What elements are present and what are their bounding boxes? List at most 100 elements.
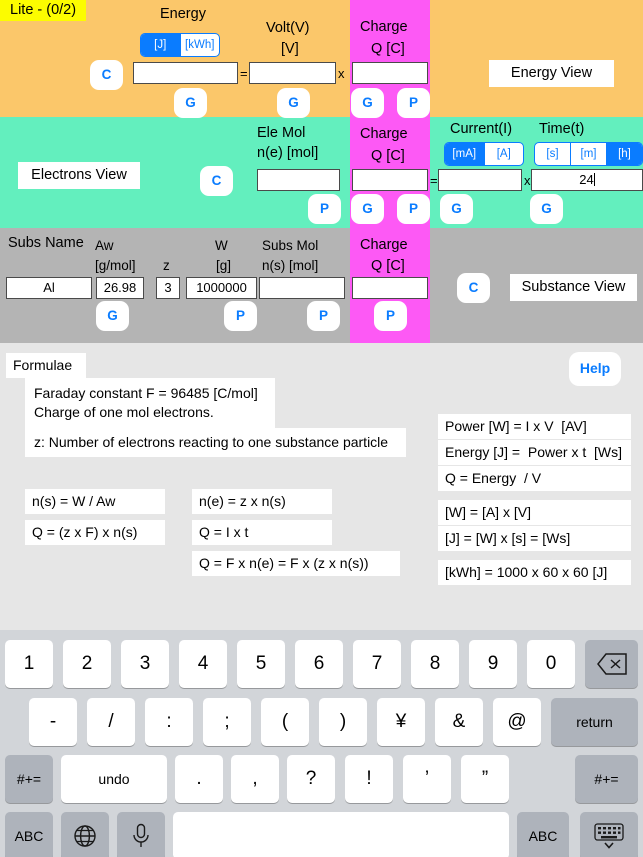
formula-mid-2: Q = F x n(e) = F x (z x n(s)) bbox=[192, 551, 400, 576]
key-exclamation[interactable]: ! bbox=[345, 755, 393, 803]
time-unit-s[interactable]: [s] bbox=[535, 143, 571, 165]
electrons-clear-button[interactable]: C bbox=[200, 166, 233, 196]
ele-mol-unit-label: n(e) [mol] bbox=[257, 145, 319, 161]
time-unit-segmented[interactable]: [s] [m] [h] bbox=[534, 142, 643, 166]
energy-equals-sign: = bbox=[240, 66, 248, 81]
formula-right-2: Q = Energy / V bbox=[438, 466, 631, 491]
energy-charge-unit-label: Q [C] bbox=[371, 41, 405, 57]
subs-name-label: Subs Name bbox=[8, 235, 84, 251]
energy-get-button[interactable]: G bbox=[174, 88, 207, 118]
current-unit-ma[interactable]: [mA] bbox=[445, 143, 485, 165]
key-1[interactable]: 1 bbox=[5, 640, 53, 688]
key-colon[interactable]: : bbox=[145, 698, 193, 746]
current-unit-segmented[interactable]: [mA] [A] bbox=[444, 142, 524, 166]
electrons-charge-label: Charge bbox=[360, 126, 408, 142]
aw-unit-label: [g/mol] bbox=[95, 258, 136, 273]
energy-clear-button[interactable]: C bbox=[90, 60, 123, 90]
substance-charge-unit-label: Q [C] bbox=[371, 258, 405, 274]
key-at[interactable]: @ bbox=[493, 698, 541, 746]
return-key[interactable]: return bbox=[551, 698, 638, 746]
electrons-charge-put-button[interactable]: P bbox=[397, 194, 430, 224]
microphone-icon[interactable] bbox=[117, 812, 165, 857]
key-yen[interactable]: ¥ bbox=[377, 698, 425, 746]
volt-value-input[interactable] bbox=[249, 62, 336, 84]
key-slash[interactable]: / bbox=[87, 698, 135, 746]
subs-mol-put-button[interactable]: P bbox=[307, 301, 340, 331]
key-semicolon[interactable]: ; bbox=[203, 698, 251, 746]
key-hyphen[interactable]: - bbox=[29, 698, 77, 746]
key-paren-close[interactable]: ) bbox=[319, 698, 367, 746]
key-4[interactable]: 4 bbox=[179, 640, 227, 688]
electrons-view-button[interactable]: Electrons View bbox=[18, 162, 140, 189]
backspace-icon[interactable] bbox=[585, 640, 638, 688]
ele-mol-input[interactable] bbox=[257, 169, 340, 191]
current-get-button[interactable]: G bbox=[440, 194, 473, 224]
subs-mol-label: Subs Mol bbox=[262, 238, 319, 253]
key-5[interactable]: 5 bbox=[237, 640, 285, 688]
aw-get-button[interactable]: G bbox=[96, 301, 129, 331]
subs-name-input[interactable]: Al bbox=[6, 277, 92, 299]
energy-charge-put-button[interactable]: P bbox=[397, 88, 430, 118]
key-ampersand[interactable]: & bbox=[435, 698, 483, 746]
symbols-toggle-right-key[interactable]: #+= bbox=[575, 755, 638, 803]
lite-badge: Lite - (0/2) bbox=[0, 0, 87, 21]
energy-charge-input[interactable] bbox=[352, 62, 428, 84]
aw-input[interactable]: 26.98 bbox=[96, 277, 144, 299]
electrons-equals-sign: = bbox=[430, 173, 438, 188]
key-quote[interactable]: ” bbox=[461, 755, 509, 803]
key-6[interactable]: 6 bbox=[295, 640, 343, 688]
key-2[interactable]: 2 bbox=[63, 640, 111, 688]
key-0[interactable]: 0 bbox=[527, 640, 575, 688]
energy-value-input[interactable] bbox=[133, 62, 238, 84]
energy-times-sign: x bbox=[338, 66, 345, 81]
key-apostrophe[interactable]: ’ bbox=[403, 755, 451, 803]
keyboard-dismiss-icon[interactable] bbox=[580, 812, 638, 857]
volt-get-button[interactable]: G bbox=[277, 88, 310, 118]
help-button[interactable]: Help bbox=[569, 352, 621, 386]
energy-view-button[interactable]: Energy View bbox=[489, 60, 614, 87]
electrons-charge-unit-label: Q [C] bbox=[371, 148, 405, 164]
volt-label: Volt(V) bbox=[266, 20, 310, 36]
w-input[interactable]: 1000000 bbox=[186, 277, 257, 299]
time-value-input[interactable]: 24 bbox=[531, 169, 643, 191]
time-unit-m[interactable]: [m] bbox=[571, 143, 607, 165]
energy-charge-get-button[interactable]: G bbox=[351, 88, 384, 118]
electrons-charge-get-button[interactable]: G bbox=[351, 194, 384, 224]
energy-unit-segmented[interactable]: [J] [kWh] bbox=[140, 33, 220, 57]
w-unit-label: [g] bbox=[216, 258, 232, 273]
current-value-input[interactable] bbox=[438, 169, 522, 191]
key-paren-open[interactable]: ( bbox=[261, 698, 309, 746]
key-period[interactable]: . bbox=[175, 755, 223, 803]
substance-charge-label: Charge bbox=[360, 237, 408, 253]
text-caret bbox=[593, 173, 595, 186]
key-3[interactable]: 3 bbox=[121, 640, 169, 688]
symbols-toggle-left-key[interactable]: #+= bbox=[5, 755, 53, 803]
time-unit-h[interactable]: [h] bbox=[607, 143, 642, 165]
space-key[interactable] bbox=[173, 812, 509, 857]
substance-clear-button[interactable]: C bbox=[457, 273, 490, 303]
substance-charge-input[interactable] bbox=[352, 277, 428, 299]
energy-unit-kwh[interactable]: [kWh] bbox=[181, 34, 220, 56]
formula-right-1: Energy [J] = Power x t [Ws] bbox=[438, 440, 631, 465]
electrons-charge-input[interactable] bbox=[352, 169, 428, 191]
undo-key[interactable]: undo bbox=[61, 755, 167, 803]
formula-left-0: n(s) = W / Aw bbox=[25, 489, 165, 514]
key-comma[interactable]: , bbox=[231, 755, 279, 803]
subs-mol-input[interactable] bbox=[259, 277, 345, 299]
globe-icon[interactable] bbox=[61, 812, 109, 857]
z-input[interactable]: 3 bbox=[156, 277, 180, 299]
key-8[interactable]: 8 bbox=[411, 640, 459, 688]
energy-section bbox=[0, 0, 643, 117]
key-7[interactable]: 7 bbox=[353, 640, 401, 688]
abc-left-key[interactable]: ABC bbox=[5, 812, 53, 857]
abc-right-key[interactable]: ABC bbox=[517, 812, 569, 857]
current-unit-a[interactable]: [A] bbox=[485, 143, 524, 165]
key-9[interactable]: 9 bbox=[469, 640, 517, 688]
substance-charge-put-button[interactable]: P bbox=[374, 301, 407, 331]
ele-mol-put-button[interactable]: P bbox=[308, 194, 341, 224]
substance-view-button[interactable]: Substance View bbox=[510, 274, 637, 301]
key-question[interactable]: ? bbox=[287, 755, 335, 803]
time-get-button[interactable]: G bbox=[530, 194, 563, 224]
w-put-button[interactable]: P bbox=[224, 301, 257, 331]
energy-unit-j[interactable]: [J] bbox=[141, 34, 181, 56]
